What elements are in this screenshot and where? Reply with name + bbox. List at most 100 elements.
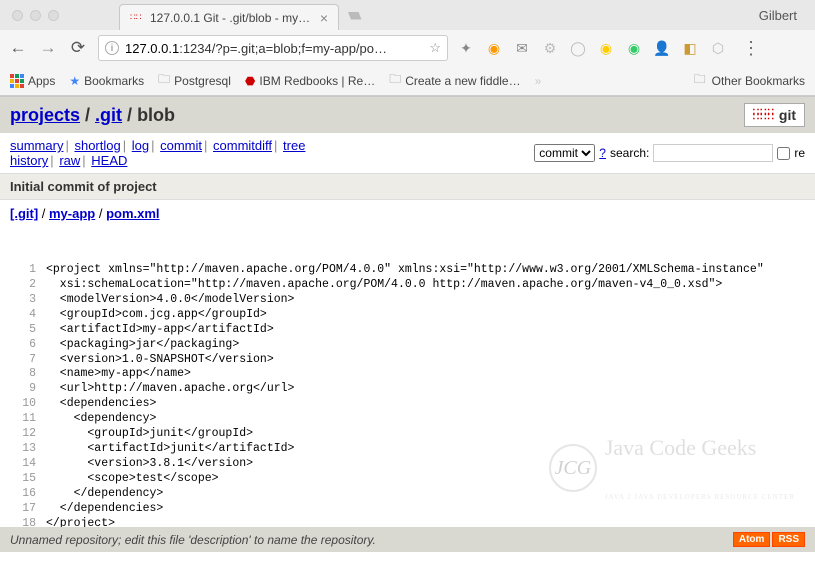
line-number[interactable]: 15 bbox=[20, 472, 46, 487]
browser-menu-icon[interactable]: ⋮ bbox=[736, 38, 766, 59]
line-content: <dependencies> bbox=[46, 397, 805, 412]
breadcrumb-git[interactable]: .git bbox=[95, 105, 122, 125]
line-number[interactable]: 13 bbox=[20, 442, 46, 457]
code-line: 13 <artifactId>junit</artifactId> bbox=[20, 442, 805, 457]
address-bar[interactable]: i 127.0.0.1:1234/?p=.git;a=blob;f=my-app… bbox=[98, 35, 448, 61]
bookmark-postgresql[interactable]: 🗀 Postgresql bbox=[158, 70, 231, 91]
line-content: <name>my-app</name> bbox=[46, 367, 805, 382]
line-number[interactable]: 17 bbox=[20, 502, 46, 517]
browser-tab[interactable]: ∷∷ 127.0.0.1 Git - .git/blob - my-ap × bbox=[119, 4, 339, 30]
bookmark-overflow-icon[interactable]: » bbox=[535, 74, 542, 88]
nav-raw[interactable]: raw bbox=[59, 153, 80, 168]
close-window[interactable] bbox=[12, 10, 23, 21]
line-number[interactable]: 8 bbox=[20, 367, 46, 382]
search-form: commit ? search: re bbox=[534, 144, 805, 162]
close-tab-icon[interactable]: × bbox=[320, 10, 328, 26]
bookmark-fiddle[interactable]: 🗀 Create a new fiddle… bbox=[389, 70, 520, 91]
rss-feed-button[interactable]: RSS bbox=[772, 532, 805, 547]
ext-icon-orange[interactable]: ◉ bbox=[486, 40, 502, 56]
reload-button[interactable]: ⟳ bbox=[68, 38, 88, 58]
line-number[interactable]: 6 bbox=[20, 338, 46, 353]
line-number[interactable]: 10 bbox=[20, 397, 46, 412]
code-line: 12 <groupId>junit</groupId> bbox=[20, 427, 805, 442]
page-content: projects / .git / blob ∷∷∷∷∷∷ git summar… bbox=[0, 97, 815, 572]
path-root[interactable]: [.git] bbox=[10, 206, 38, 221]
breadcrumb-projects[interactable]: projects bbox=[10, 105, 80, 125]
nav-history[interactable]: history bbox=[10, 153, 48, 168]
line-number[interactable]: 9 bbox=[20, 382, 46, 397]
ext-icon-dropbox[interactable]: ⬡ bbox=[710, 40, 726, 56]
line-content: <groupId>junit</groupId> bbox=[46, 427, 805, 442]
nav-tree[interactable]: tree bbox=[283, 138, 305, 153]
git-logo[interactable]: ∷∷∷∷∷∷ git bbox=[744, 103, 805, 127]
line-content: <modelVersion>4.0.0</modelVersion> bbox=[46, 293, 805, 308]
nav-shortlog[interactable]: shortlog bbox=[74, 138, 120, 153]
breadcrumb-blob: blob bbox=[137, 105, 175, 125]
evernote-icon[interactable]: ✦ bbox=[458, 40, 474, 56]
path-dir[interactable]: my-app bbox=[49, 206, 95, 221]
line-content: <artifactId>junit</artifactId> bbox=[46, 442, 805, 457]
ext-icon-yellow[interactable]: ◉ bbox=[598, 40, 614, 56]
profile-name[interactable]: Gilbert bbox=[759, 8, 797, 23]
gitweb-header: projects / .git / blob ∷∷∷∷∷∷ git bbox=[0, 97, 815, 133]
url-text: 127.0.0.1:1234/?p=.git;a=blob;f=my-app/p… bbox=[125, 41, 423, 56]
ext-icon-green[interactable]: ◉ bbox=[626, 40, 642, 56]
search-re-checkbox[interactable] bbox=[777, 147, 790, 160]
path-file[interactable]: pom.xml bbox=[106, 206, 159, 221]
line-content: <dependency> bbox=[46, 412, 805, 427]
mail-icon[interactable]: ✉ bbox=[514, 40, 530, 56]
line-content: <artifactId>my-app</artifactId> bbox=[46, 323, 805, 338]
gitweb-nav: summary| shortlog| log| commit| commitdi… bbox=[0, 133, 815, 174]
line-number[interactable]: 16 bbox=[20, 487, 46, 502]
search-type-select[interactable]: commit bbox=[534, 144, 595, 162]
line-number[interactable]: 3 bbox=[20, 293, 46, 308]
minimize-window[interactable] bbox=[30, 10, 41, 21]
nav-head[interactable]: HEAD bbox=[91, 153, 127, 168]
code-line: 8 <name>my-app</name> bbox=[20, 367, 805, 382]
ext-icon-square[interactable]: ◧ bbox=[682, 40, 698, 56]
bookmark-bookmarks[interactable]: ★ Bookmarks bbox=[69, 74, 144, 88]
nav-commit[interactable]: commit bbox=[160, 138, 202, 153]
bookmarks-bar: Apps ★ Bookmarks 🗀 Postgresql ⬣ IBM Redb… bbox=[0, 66, 815, 96]
code-line: 5 <artifactId>my-app</artifactId> bbox=[20, 323, 805, 338]
search-re-label: re bbox=[794, 146, 805, 160]
apps-button[interactable]: Apps bbox=[10, 74, 55, 88]
tab-bar: ∷∷ 127.0.0.1 Git - .git/blob - my-ap × G… bbox=[0, 0, 815, 30]
line-number[interactable]: 14 bbox=[20, 457, 46, 472]
code-line: 7 <version>1.0-SNAPSHOT</version> bbox=[20, 353, 805, 368]
browser-chrome: ∷∷ 127.0.0.1 Git - .git/blob - my-ap × G… bbox=[0, 0, 815, 97]
ext-icon-gear[interactable]: ⚙ bbox=[542, 40, 558, 56]
new-tab-button[interactable] bbox=[345, 6, 363, 24]
line-number[interactable]: 5 bbox=[20, 323, 46, 338]
forward-button[interactable]: → bbox=[38, 38, 58, 58]
maximize-window[interactable] bbox=[48, 10, 59, 21]
site-info-icon[interactable]: i bbox=[105, 41, 119, 55]
search-input[interactable] bbox=[653, 144, 773, 162]
line-number[interactable]: 2 bbox=[20, 278, 46, 293]
line-number[interactable]: 11 bbox=[20, 412, 46, 427]
code-line: 9 <url>http://maven.apache.org</url> bbox=[20, 382, 805, 397]
line-number[interactable]: 7 bbox=[20, 353, 46, 368]
line-content: </dependency> bbox=[46, 487, 805, 502]
code-line: 17 </dependencies> bbox=[20, 502, 805, 517]
search-help-link[interactable]: ? bbox=[599, 146, 606, 160]
other-bookmarks[interactable]: 🗀 Other Bookmarks bbox=[694, 70, 805, 91]
bookmark-star-icon[interactable]: ☆ bbox=[429, 40, 441, 56]
nav-commitdiff[interactable]: commitdiff bbox=[213, 138, 272, 153]
back-button[interactable]: ← bbox=[8, 38, 28, 58]
code-view: 1<project xmlns="http://maven.apache.org… bbox=[0, 227, 815, 572]
code-line: 3 <modelVersion>4.0.0</modelVersion> bbox=[20, 293, 805, 308]
file-path: [.git] / my-app / pom.xml bbox=[0, 200, 815, 227]
bookmark-ibm[interactable]: ⬣ IBM Redbooks | Re… bbox=[245, 74, 375, 88]
ext-icon-user[interactable]: 👤 bbox=[654, 40, 670, 56]
line-number[interactable]: 4 bbox=[20, 308, 46, 323]
ext-icon-circle[interactable]: ◯ bbox=[570, 40, 586, 56]
nav-log[interactable]: log bbox=[132, 138, 149, 153]
window-controls[interactable] bbox=[8, 10, 119, 21]
nav-summary[interactable]: summary bbox=[10, 138, 63, 153]
line-number[interactable]: 1 bbox=[20, 263, 46, 278]
line-content: <packaging>jar</packaging> bbox=[46, 338, 805, 353]
line-number[interactable]: 12 bbox=[20, 427, 46, 442]
code-line: 4 <groupId>com.jcg.app</groupId> bbox=[20, 308, 805, 323]
atom-feed-button[interactable]: Atom bbox=[733, 532, 771, 547]
